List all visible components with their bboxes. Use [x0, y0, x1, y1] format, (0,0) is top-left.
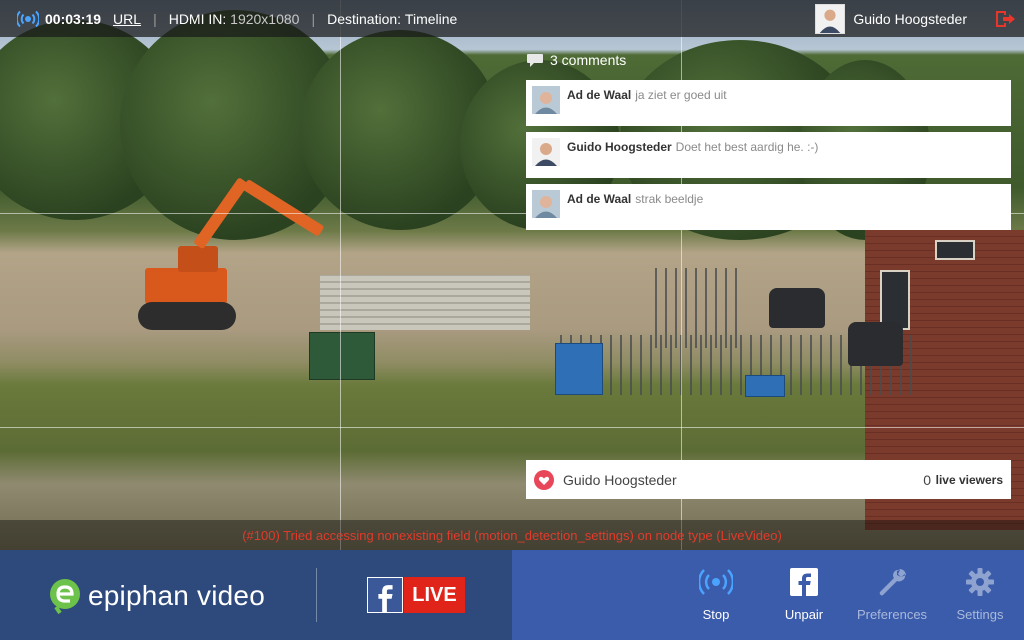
- viewer-label: live viewers: [935, 472, 1003, 487]
- error-text: (#100) Tried accessing nonexisting field…: [242, 527, 782, 543]
- user-account: Guido Hoogsteder: [815, 0, 1024, 37]
- brand-text: epiphan video: [88, 580, 265, 611]
- comment-item: Ad de Waal ja ziet er goed uit: [526, 80, 1011, 126]
- error-message: (#100) Tried accessing nonexisting field…: [0, 520, 1024, 550]
- commenter-avatar: [532, 190, 560, 218]
- comments-header: 3 comments: [526, 52, 626, 68]
- commenter-avatar: [532, 86, 560, 114]
- wrench-icon: [879, 569, 906, 596]
- comments-count: 3 comments: [550, 52, 627, 68]
- user-avatar: [815, 3, 846, 34]
- url-link[interactable]: URL: [113, 11, 141, 27]
- broadcast-icon: [699, 569, 733, 595]
- user-name: Guido Hoogsteder: [853, 10, 967, 27]
- destination-label: Destination:: [327, 10, 402, 27]
- settings-button[interactable]: Settings: [940, 565, 1020, 622]
- gear-icon: [966, 568, 994, 596]
- broadcast-indicator-icon: [17, 10, 39, 27]
- preferences-label: Preferences: [856, 607, 928, 622]
- facebook-live-badge: LIVE: [367, 577, 465, 613]
- comment-author: Guido Hoogsteder: [567, 140, 672, 154]
- broadcaster-name: Guido Hoogsteder: [563, 471, 677, 488]
- stop-label: Stop: [702, 607, 730, 622]
- viewer-count: 0: [923, 471, 931, 488]
- comment-author: Ad de Waal: [567, 192, 632, 206]
- comment-text: Doet het best aardig he. :-): [675, 140, 819, 154]
- separator: |: [153, 10, 157, 27]
- commenter-avatar: [532, 138, 560, 166]
- unpair-label: Unpair: [784, 607, 824, 622]
- settings-label: Settings: [956, 607, 1004, 622]
- comment-icon: [527, 54, 543, 67]
- comment-text: strak beeldje: [635, 192, 704, 206]
- epiphan-logo-icon: [50, 579, 80, 615]
- divider: [316, 568, 317, 622]
- branding-panel: epiphan video LIVE: [0, 550, 512, 640]
- comment-text: ja ziet er goed uit: [635, 88, 727, 102]
- comment-author: Ad de Waal: [567, 88, 632, 102]
- preferences-button[interactable]: Preferences: [852, 565, 932, 622]
- facebook-icon: [367, 577, 403, 613]
- logout-icon[interactable]: [994, 8, 1016, 30]
- live-viewers-panel: Guido Hoogsteder 0 live viewers: [526, 460, 1011, 499]
- facebook-icon: [790, 568, 818, 596]
- separator: |: [311, 10, 316, 27]
- destination-value: Timeline: [404, 10, 458, 27]
- hdmi-resolution: 1920x1080: [230, 10, 300, 27]
- live-badge: LIVE: [404, 577, 465, 613]
- status-bar: 00:03:19 URL | HDMI IN: 1920x1080 | Dest…: [0, 0, 1024, 37]
- epiphan-logo: epiphan video: [48, 577, 265, 615]
- heart-icon: [534, 469, 554, 490]
- stop-button[interactable]: Stop: [676, 565, 756, 622]
- comment-item: Ad de Waal strak beeldje: [526, 184, 1011, 230]
- hdmi-label: HDMI IN:: [168, 10, 227, 27]
- stream-timer: 00:03:19: [45, 10, 102, 27]
- comment-item: Guido Hoogsteder Doet het best aardig he…: [526, 132, 1011, 178]
- unpair-button[interactable]: Unpair: [764, 565, 844, 622]
